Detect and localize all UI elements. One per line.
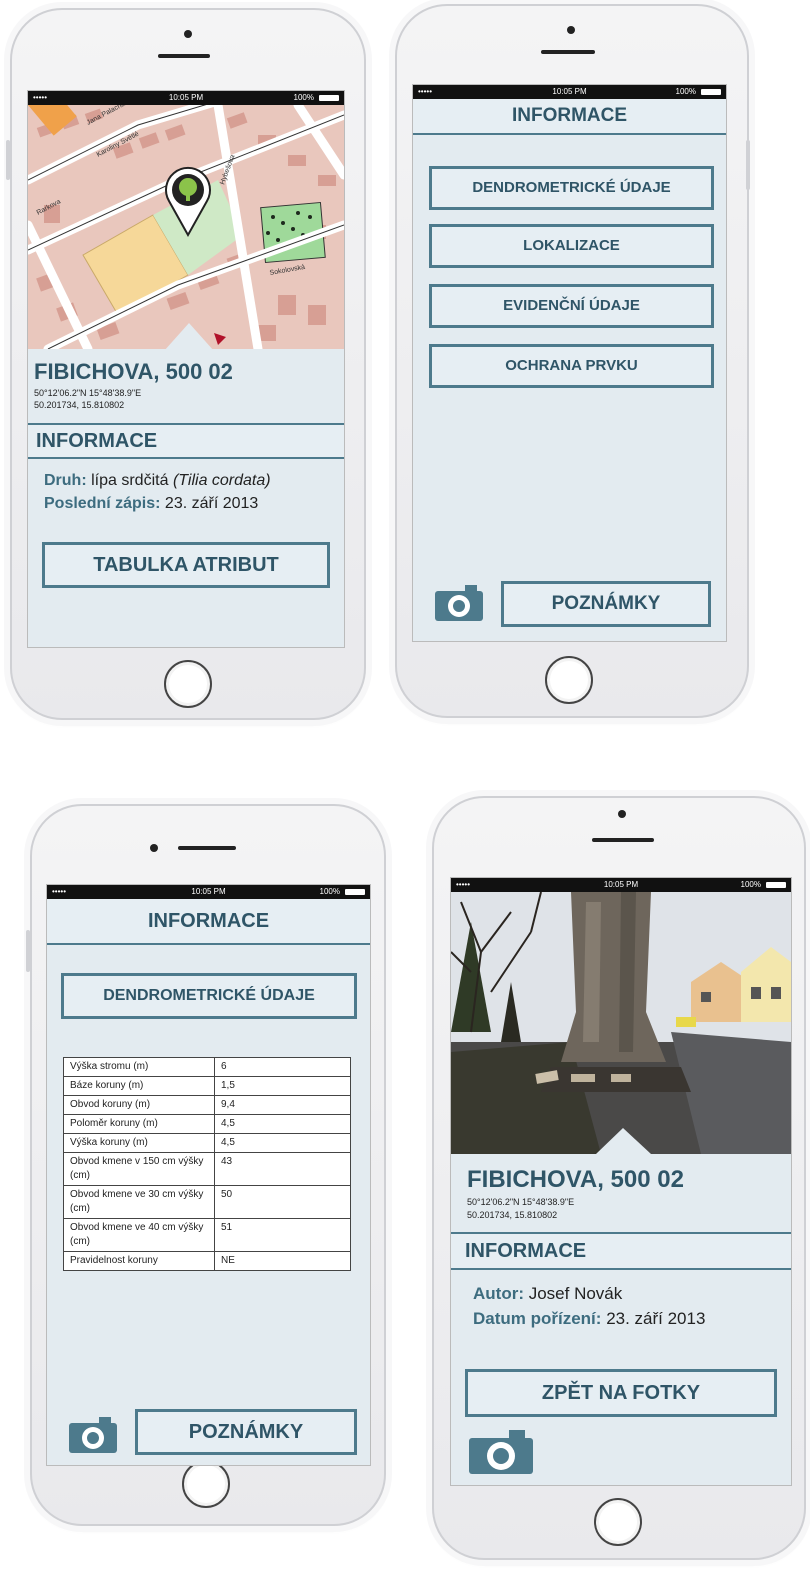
attribute-value: 51 bbox=[214, 1218, 351, 1252]
camera-icon[interactable] bbox=[69, 1417, 117, 1453]
attribute-name: Výška koruny (m) bbox=[63, 1133, 215, 1153]
menu-dendrometric[interactable]: DENDROMETRICKÉ ÚDAJE bbox=[429, 166, 714, 210]
camera-icon[interactable] bbox=[469, 1430, 533, 1474]
coords-decimal: 50.201734, 15.810802 bbox=[467, 1210, 558, 1220]
speaker-grill bbox=[178, 846, 236, 850]
tree-photo[interactable] bbox=[451, 892, 791, 1154]
screen-menu: ••••• 10:05 PM 100% INFORMACE DENDROMETR… bbox=[412, 84, 727, 642]
speaker-grill bbox=[541, 50, 595, 54]
attribute-name: Poloměr koruny (m) bbox=[63, 1114, 215, 1134]
last-entry-line: Poslední zápis: 23. září 2013 bbox=[44, 495, 259, 512]
attribute-value: 6 bbox=[214, 1057, 351, 1077]
home-button[interactable] bbox=[545, 656, 593, 704]
status-bar: ••••• 10:05 PM 100% bbox=[413, 85, 726, 99]
place-title: FIBICHOVA, 500 02 bbox=[34, 359, 233, 384]
back-to-photos-button[interactable]: ZPĚT NA FOTKY bbox=[465, 1369, 777, 1417]
status-bar: ••••• 10:05 PM 100% bbox=[28, 91, 344, 105]
camera-icon[interactable] bbox=[435, 585, 483, 621]
attribute-name: Obvod koruny (m) bbox=[63, 1095, 215, 1115]
attribute-table: Výška stromu (m) 6 Báze koruny (m) 1,5 Obvod… bbox=[63, 1057, 351, 1271]
table-row: Obvod kmene v 150 cm výšky (cm) 43 bbox=[63, 1152, 351, 1186]
attribute-name: Báze koruny (m) bbox=[63, 1076, 215, 1096]
coords-dms: 50°12'06.2"N 15°48'38.9"E bbox=[467, 1197, 575, 1207]
front-camera bbox=[618, 810, 626, 818]
attribute-value: 50 bbox=[214, 1185, 351, 1219]
status-bar: ••••• 10:05 PM 100% bbox=[451, 878, 791, 892]
speaker-grill bbox=[592, 838, 654, 842]
attribute-value: 4,5 bbox=[214, 1133, 351, 1153]
front-camera bbox=[184, 30, 192, 38]
header-title: INFORMACE bbox=[47, 899, 370, 945]
dendrometric-button[interactable]: DENDROMETRICKÉ ÚDAJE bbox=[61, 973, 357, 1019]
notes-button[interactable]: POZNÁMKY bbox=[501, 581, 711, 627]
table-row: Pravidelnost koruny NE bbox=[63, 1251, 351, 1271]
menu-protection[interactable]: OCHRANA PRVKU bbox=[429, 344, 714, 388]
menu-location[interactable]: LOKALIZACE bbox=[429, 224, 714, 268]
status-bar: ••••• 10:05 PM 100% bbox=[47, 885, 370, 899]
table-row: Obvod koruny (m) 9,4 bbox=[63, 1095, 351, 1115]
map-view[interactable]: Karoliny Světlé Rarkova Hybešova Sokolov… bbox=[28, 105, 344, 349]
home-button[interactable] bbox=[594, 1498, 642, 1546]
home-button[interactable] bbox=[182, 1460, 230, 1508]
attribute-value: NE bbox=[214, 1251, 351, 1271]
place-title: FIBICHOVA, 500 02 bbox=[467, 1166, 684, 1193]
screen-photo: ••••• 10:05 PM 100% FIBICHOVA, 500 02 50… bbox=[450, 877, 792, 1486]
species-line: Druh: lípa srdčitá (Tilia cordata) bbox=[44, 472, 271, 489]
home-button[interactable] bbox=[164, 660, 212, 708]
notes-button[interactable]: POZNÁMKY bbox=[135, 1409, 357, 1455]
attribute-name: Obvod kmene ve 30 cm výšky (cm) bbox=[63, 1185, 215, 1219]
date-line: Datum pořízení: 23. září 2013 bbox=[473, 1309, 706, 1328]
section-informace: INFORMACE bbox=[28, 423, 344, 459]
table-row: Výška stromu (m) 6 bbox=[63, 1057, 351, 1077]
attribute-table-button[interactable]: TABULKA ATRIBUT bbox=[42, 542, 330, 588]
screen-map: ••••• 10:05 PM 100% Karoliny Světlé Rark… bbox=[27, 90, 345, 648]
attribute-name: Pravidelnost koruny bbox=[63, 1251, 215, 1271]
coords-dms: 50°12'06.2"N 15°48'38.9"E bbox=[34, 388, 142, 398]
attribute-value: 9,4 bbox=[214, 1095, 351, 1115]
section-informace: INFORMACE bbox=[451, 1232, 791, 1270]
attribute-name: Obvod kmene v 150 cm výšky (cm) bbox=[63, 1152, 215, 1186]
table-row: Obvod kmene ve 40 cm výšky (cm) 51 bbox=[63, 1218, 351, 1252]
screen-table: ••••• 10:05 PM 100% INFORMACE DENDROMETR… bbox=[46, 884, 371, 1466]
table-row: Báze koruny (m) 1,5 bbox=[63, 1076, 351, 1096]
table-row: Poloměr koruny (m) 4,5 bbox=[63, 1114, 351, 1134]
table-row: Výška koruny (m) 4,5 bbox=[63, 1133, 351, 1153]
speaker-grill bbox=[158, 54, 210, 58]
attribute-value: 43 bbox=[214, 1152, 351, 1186]
attribute-value: 4,5 bbox=[214, 1114, 351, 1134]
header-title: INFORMACE bbox=[413, 99, 726, 135]
attribute-name: Obvod kmene ve 40 cm výšky (cm) bbox=[63, 1218, 215, 1252]
author-line: Autor: Josef Novák bbox=[473, 1284, 623, 1303]
front-camera bbox=[567, 26, 575, 34]
table-row: Obvod kmene ve 30 cm výšky (cm) 50 bbox=[63, 1185, 351, 1219]
coords-decimal: 50.201734, 15.810802 bbox=[34, 400, 125, 410]
attribute-name: Výška stromu (m) bbox=[63, 1057, 215, 1077]
attribute-value: 1,5 bbox=[214, 1076, 351, 1096]
front-camera bbox=[150, 844, 158, 852]
menu-registration[interactable]: EVIDENČNÍ ÚDAJE bbox=[429, 284, 714, 328]
